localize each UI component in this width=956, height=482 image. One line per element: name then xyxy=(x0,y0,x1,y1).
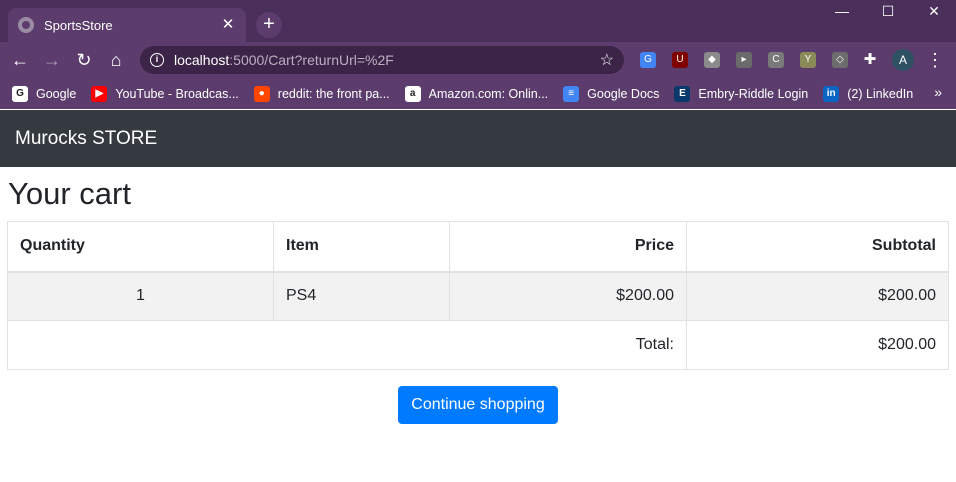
profile-avatar[interactable]: A xyxy=(892,49,914,71)
header-item: Item xyxy=(273,221,450,273)
bookmark-item[interactable]: G Google xyxy=(12,85,77,102)
navbar-brand[interactable]: Murocks STORE xyxy=(15,128,157,149)
maximize-button[interactable]: ☐ xyxy=(866,0,910,24)
linkedin-icon: in xyxy=(823,85,840,102)
page-title: Your cart xyxy=(8,176,131,211)
bookmark-label: Google xyxy=(36,86,77,101)
browser-menu-icon[interactable]: ⋮ xyxy=(926,48,944,72)
forward-button[interactable]: → xyxy=(40,48,64,72)
amazon-icon: a xyxy=(404,85,421,102)
bookmark-item[interactable]: ● reddit: the front pa... xyxy=(253,85,390,102)
tab-title: SportsStore xyxy=(44,17,113,33)
yt-extension-icon[interactable]: Y xyxy=(800,52,816,68)
bookmarks-overflow-icon[interactable]: » xyxy=(934,84,942,100)
cell-item: PS4 xyxy=(273,271,450,321)
table-row: 1 PS4 $200.00 $200.00 xyxy=(7,271,949,321)
browser-tab-strip: SportsStore ✕ + — ☐ ✕ xyxy=(0,0,956,42)
bookmark-label: YouTube - Broadcas... xyxy=(115,86,239,101)
bookmark-item[interactable]: ▶ YouTube - Broadcas... xyxy=(91,85,239,102)
close-tab-icon[interactable]: ✕ xyxy=(220,17,236,33)
address-bar[interactable]: i localhost:5000/Cart?returnUrl=%2F ☆ xyxy=(140,46,624,74)
store-navbar: Murocks STORE xyxy=(0,110,956,167)
reload-button[interactable]: ↻ xyxy=(72,48,96,72)
extensions-puzzle-icon[interactable]: ✚ xyxy=(862,52,878,68)
cart-table: Quantity Item Price Subtotal 1 PS4 $200.… xyxy=(7,221,949,370)
cell-quantity: 1 xyxy=(7,271,274,321)
bookmarks-bar: G Google ▶ YouTube - Broadcas... ● reddit: th… xyxy=(0,78,956,109)
bookmark-label: reddit: the front pa... xyxy=(277,86,390,101)
table-header-row: Quantity Item Price Subtotal xyxy=(7,221,949,273)
close-window-button[interactable]: ✕ xyxy=(912,0,956,24)
site-info-icon[interactable]: i xyxy=(150,53,164,67)
embry-riddle-icon: E xyxy=(674,85,691,102)
header-subtotal: Subtotal xyxy=(686,221,949,273)
cell-price: $200.00 xyxy=(449,271,687,321)
new-tab-button[interactable]: + xyxy=(256,12,282,38)
total-row: Total: $200.00 xyxy=(7,320,949,370)
cell-subtotal: $200.00 xyxy=(686,271,949,321)
google-icon: G xyxy=(12,85,28,102)
bookmark-star-icon[interactable]: ☆ xyxy=(600,50,614,70)
bookmark-label: (2) LinkedIn xyxy=(847,86,914,101)
bookmark-item[interactable]: ≡ Google Docs xyxy=(563,85,660,102)
header-quantity: Quantity xyxy=(7,221,274,273)
bookmark-label: Amazon.com: Onlin... xyxy=(428,86,549,101)
css-extension-icon[interactable]: C xyxy=(768,52,784,68)
globe-icon xyxy=(18,17,34,33)
browser-tab[interactable]: SportsStore ✕ xyxy=(8,8,246,42)
continue-shopping-button[interactable]: Continue shopping xyxy=(398,386,558,424)
extension-icon[interactable]: ◆ xyxy=(704,52,720,68)
reddit-icon: ● xyxy=(253,85,270,102)
google-docs-icon: ≡ xyxy=(563,85,580,102)
bookmark-label: Google Docs xyxy=(587,86,660,101)
header-price: Price xyxy=(449,221,687,273)
browser-toolbar: ← → ↻ ⌂ i localhost:5000/Cart?returnUrl=… xyxy=(0,42,956,78)
url-path: :5000/Cart?returnUrl=%2F xyxy=(229,52,394,68)
back-button[interactable]: ← xyxy=(8,48,32,72)
bookmark-item[interactable]: in (2) LinkedIn xyxy=(823,85,914,102)
dropbox-extension-icon[interactable]: ◇ xyxy=(832,52,848,68)
total-label: Total: xyxy=(7,320,687,370)
ublock-extension-icon[interactable]: U xyxy=(672,52,688,68)
google-translate-extension-icon[interactable]: G xyxy=(640,52,656,68)
bookmark-item[interactable]: a Amazon.com: Onlin... xyxy=(404,85,549,102)
total-value: $200.00 xyxy=(686,320,949,370)
url-host: localhost xyxy=(174,52,230,68)
bookmark-item[interactable]: E Embry-Riddle Login xyxy=(674,85,809,102)
bookmark-label: Embry-Riddle Login xyxy=(698,86,809,101)
media-extension-icon[interactable]: ▸ xyxy=(736,52,752,68)
minimize-button[interactable]: — xyxy=(820,0,864,24)
youtube-icon: ▶ xyxy=(91,85,108,102)
home-button[interactable]: ⌂ xyxy=(104,48,128,72)
